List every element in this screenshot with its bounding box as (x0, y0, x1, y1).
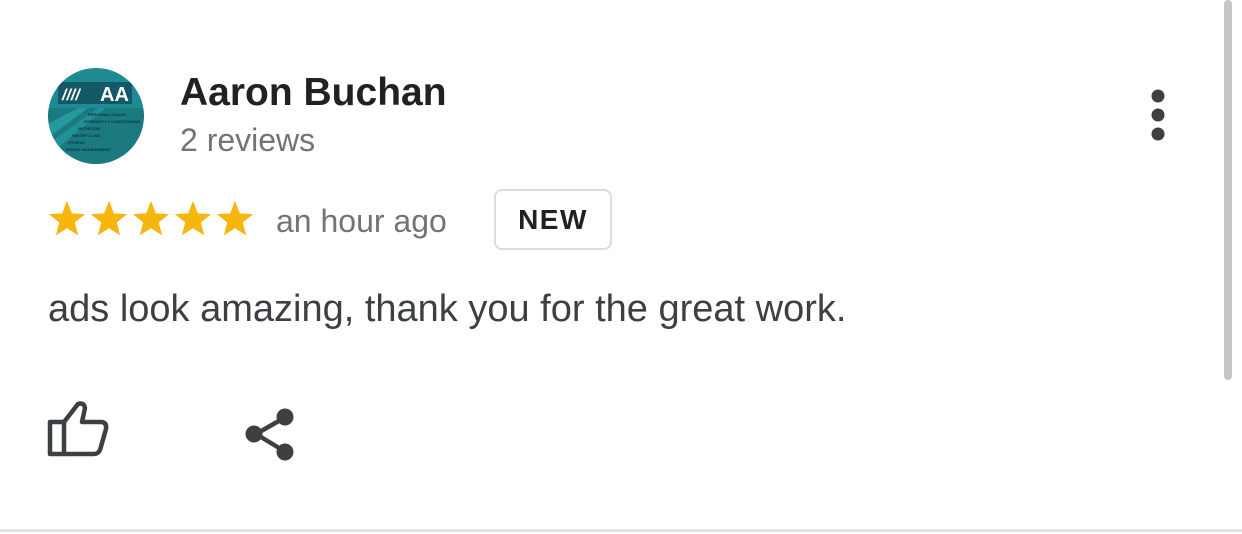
new-badge: NEW (494, 189, 612, 250)
avatar-line-3: NUTRITION (78, 126, 100, 131)
more-options-button[interactable] (1138, 88, 1178, 144)
review-card: //// AA PERSONAL COACH STRENGTH & CONDIT… (0, 0, 1242, 534)
avatar-line-4: WEIGHT LOSS (72, 133, 100, 138)
avatar-slashes: //// (61, 87, 81, 104)
avatar-line-5: FITNESS (68, 140, 85, 145)
like-button[interactable] (44, 398, 114, 464)
more-vert-icon (1151, 89, 1165, 141)
avatar-line-1: PERSONAL COACH (88, 112, 126, 117)
star-icon (174, 201, 212, 236)
avatar-line-2: STRENGTH & CONDITIONING (84, 119, 141, 124)
author-review-count[interactable]: 2 reviews (180, 120, 315, 160)
star-rating (46, 198, 256, 240)
star-icon (216, 201, 254, 236)
avatar-logo-icon: //// AA PERSONAL COACH STRENGTH & CONDIT… (48, 68, 144, 164)
share-icon (245, 408, 294, 461)
star-icon (48, 201, 86, 236)
avatar-initials: AA (100, 84, 129, 106)
author-name[interactable]: Aaron Buchan (180, 70, 447, 116)
share-button[interactable] (240, 404, 302, 466)
review-text: ads look amazing, thank you for the grea… (48, 288, 847, 330)
avatar-line-6: INJURY MANAGEMENT (66, 147, 111, 152)
star-icon (132, 201, 170, 236)
star-rating-graphic (48, 201, 254, 236)
bottom-divider (0, 529, 1242, 532)
thumb-up-icon (47, 401, 109, 457)
review-time: an hour ago (276, 203, 447, 239)
star-icon (90, 201, 128, 236)
author-avatar[interactable]: //// AA PERSONAL COACH STRENGTH & CONDIT… (48, 68, 144, 164)
scrollbar[interactable] (1224, 0, 1232, 380)
